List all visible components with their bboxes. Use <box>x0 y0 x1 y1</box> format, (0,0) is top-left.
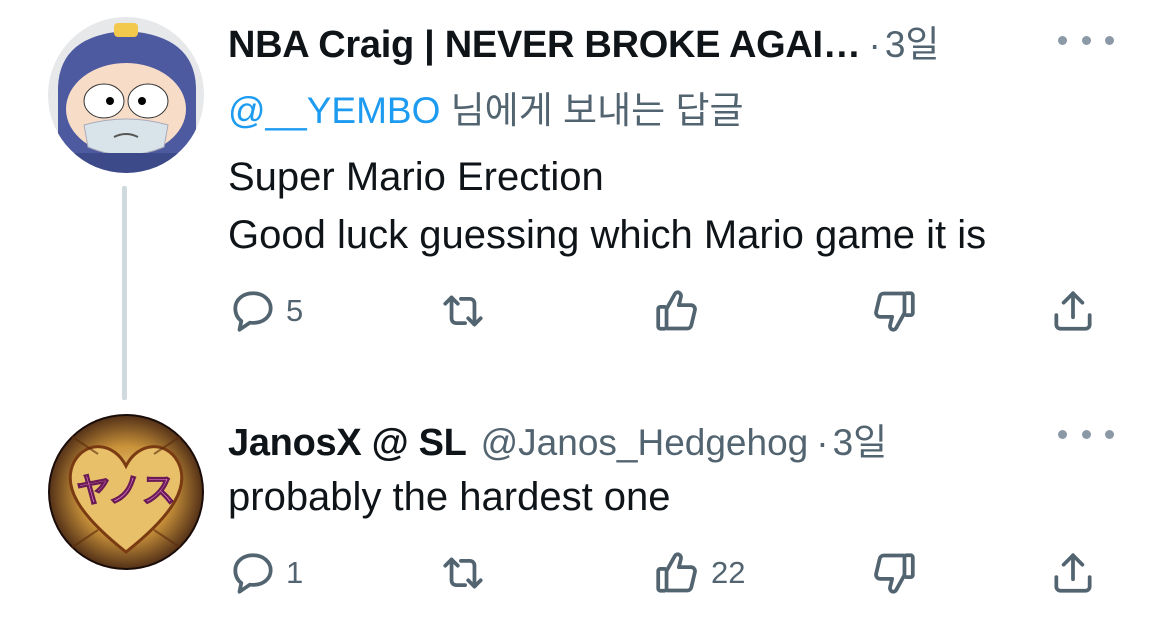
avatar[interactable] <box>48 17 204 173</box>
reply-count: 1 <box>286 555 304 590</box>
share-icon <box>1054 553 1092 593</box>
tweet-text-line: probably the hardest one <box>228 475 671 519</box>
like-icon <box>656 552 697 593</box>
reply-button[interactable]: 1 <box>228 548 303 598</box>
separator-dot: · <box>868 24 881 65</box>
retweet-button[interactable] <box>438 286 496 336</box>
reply-mention-link[interactable]: @__YEMBO <box>228 90 440 131</box>
tweet[interactable]: NBA Craig | NEVER BROKE AGAI… · 3일 @__YE… <box>0 0 1170 400</box>
dislike-button[interactable] <box>868 286 926 336</box>
reply-context: @__YEMBO 님에게 보내는 답글 <box>228 80 744 134</box>
dislike-icon <box>874 291 915 332</box>
separator-dot: · <box>816 422 829 463</box>
tweet-text-line: Good luck guessing which Mario game it i… <box>228 213 987 257</box>
avatar-text: ヤノス <box>76 471 175 511</box>
thread-line <box>122 186 127 400</box>
tweet-text: Super Mario Erection Good luck guessing … <box>228 148 986 264</box>
like-button[interactable] <box>653 286 711 336</box>
timestamp[interactable]: 3일 <box>833 412 888 466</box>
reply-count: 5 <box>286 293 304 328</box>
display-name[interactable]: JanosX @ SL <box>228 422 467 465</box>
dislike-icon <box>874 553 915 594</box>
share-icon <box>1054 291 1092 331</box>
tweet-text-line: Super Mario Erection <box>228 155 604 199</box>
action-bar: 5 <box>228 286 1106 336</box>
like-button[interactable]: 22 <box>653 548 745 598</box>
dislike-button[interactable] <box>868 548 926 598</box>
tweet-header: NBA Craig | NEVER BROKE AGAI… · 3일 <box>228 14 939 68</box>
like-icon <box>656 290 697 331</box>
retweet-icon <box>443 295 483 327</box>
reply-icon <box>233 553 273 594</box>
timestamp[interactable]: 3일 <box>885 14 940 68</box>
share-button[interactable] <box>1048 548 1098 598</box>
retweet-button[interactable] <box>438 548 496 598</box>
tweet-text: probably the hardest one <box>228 468 671 526</box>
avatar[interactable]: ヤノス <box>48 414 204 570</box>
retweet-icon <box>443 557 483 589</box>
tweet-header: JanosX @ SL @Janos_Hedgehog · 3일 <box>228 412 887 466</box>
reply-icon <box>233 291 273 332</box>
more-options-icon[interactable] <box>1058 422 1114 446</box>
reply-context-label: 님에게 보내는 답글 <box>440 90 744 131</box>
display-name[interactable]: NBA Craig | NEVER BROKE AGAI… <box>228 24 861 67</box>
more-options-icon[interactable] <box>1058 28 1114 52</box>
reply-button[interactable]: 5 <box>228 286 303 336</box>
like-count: 22 <box>711 555 746 590</box>
handle[interactable]: @Janos_Hedgehog <box>481 422 809 464</box>
action-bar: 1 22 <box>228 548 1106 598</box>
share-button[interactable] <box>1048 286 1098 336</box>
